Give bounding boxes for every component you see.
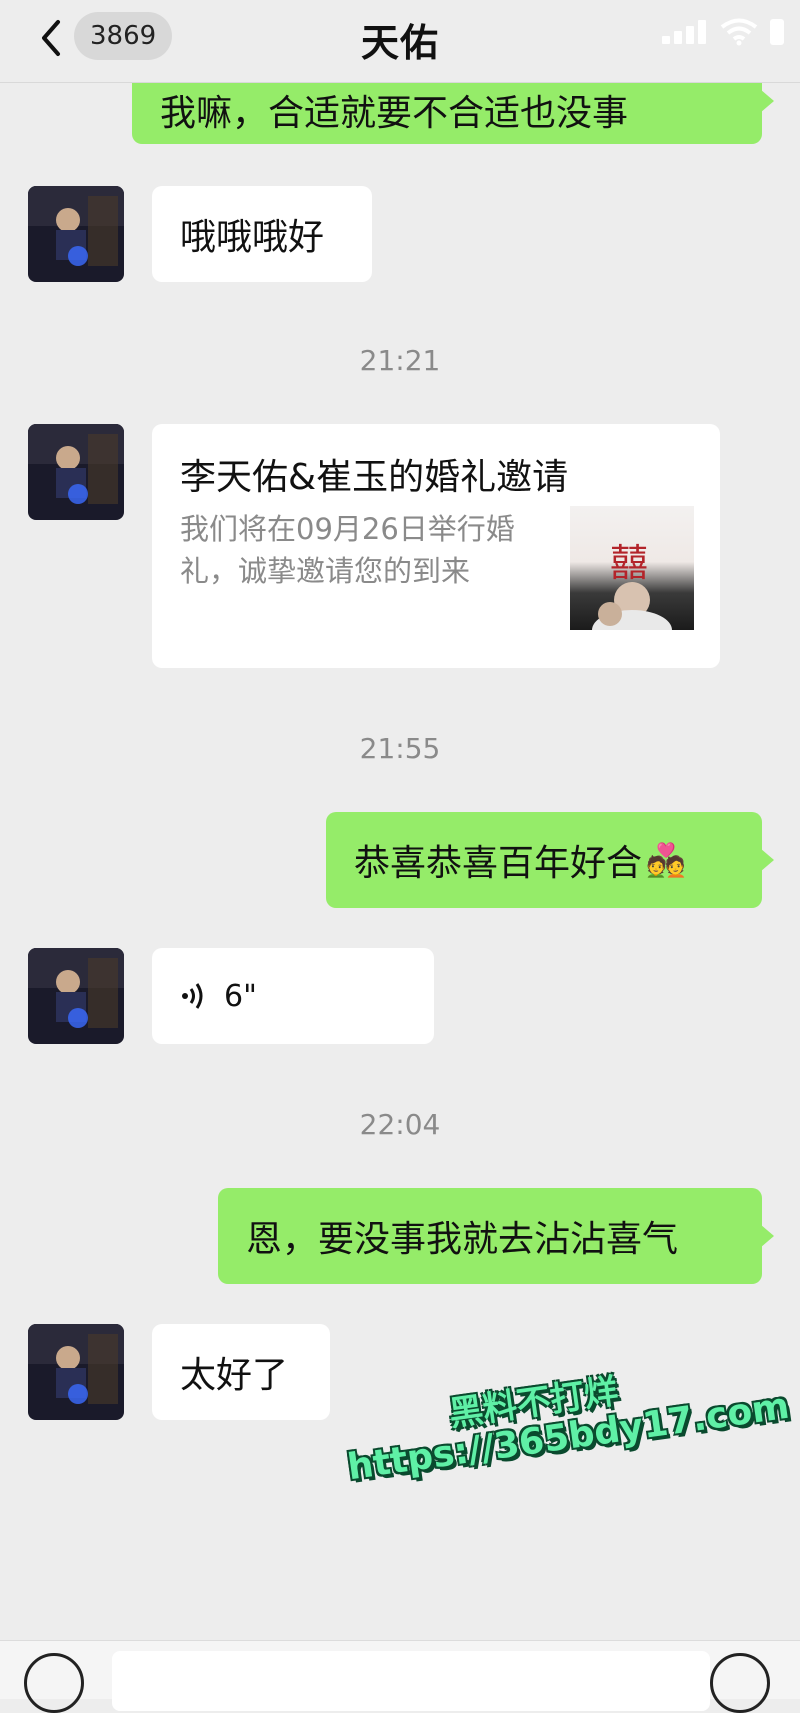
emoji-button[interactable]	[710, 1653, 770, 1713]
message-text: 太好了	[180, 1355, 289, 1396]
card-description: 我们将在09月26日举行婚礼，诚挚邀请您的到来	[180, 512, 515, 588]
timestamp: 21:21	[359, 344, 441, 377]
voice-wave-icon	[180, 981, 206, 1011]
message-text: 恭喜恭喜百年好合	[354, 843, 643, 884]
wifi-icon	[720, 18, 758, 46]
avatar[interactable]	[28, 186, 124, 282]
voice-toggle-button[interactable]	[24, 1653, 84, 1713]
message-bubble-incoming[interactable]: 太好了	[152, 1324, 330, 1420]
chat-header: 3869 天佑	[0, 0, 800, 83]
signal-icon	[662, 20, 706, 44]
avatar[interactable]	[28, 948, 124, 1044]
status-icons	[662, 18, 784, 46]
message-text: 哦哦哦好	[180, 217, 325, 258]
message-text: 我嘛，合适就要不合适也没事	[160, 93, 629, 134]
avatar[interactable]	[28, 1324, 124, 1420]
invitation-thumbnail: 囍	[570, 506, 694, 630]
message-text: 恩，要没事我就去沾沾喜气	[246, 1219, 679, 1260]
couple-emoji-icon: 💑	[646, 841, 686, 879]
message-input[interactable]	[112, 1651, 710, 1711]
avatar[interactable]	[28, 424, 124, 520]
timestamp: 21:55	[359, 732, 441, 765]
voice-message-bubble[interactable]: 6"	[152, 948, 434, 1044]
card-title: 李天佑&崔玉的婚礼邀请	[180, 457, 569, 498]
input-bar	[0, 1640, 800, 1713]
message-bubble-outgoing[interactable]: 恩，要没事我就去沾沾喜气	[218, 1188, 774, 1284]
wedding-invitation-card[interactable]: 李天佑&崔玉的婚礼邀请 我们将在09月26日举行婚礼，诚挚邀请您的到来 囍	[152, 424, 720, 668]
message-bubble-outgoing[interactable]: 恭喜恭喜百年好合 💑	[326, 812, 774, 908]
battery-icon	[770, 19, 784, 45]
message-bubble-incoming[interactable]: 哦哦哦好	[152, 186, 372, 282]
voice-duration: 6"	[224, 978, 257, 1014]
timestamp: 22:04	[359, 1108, 441, 1141]
